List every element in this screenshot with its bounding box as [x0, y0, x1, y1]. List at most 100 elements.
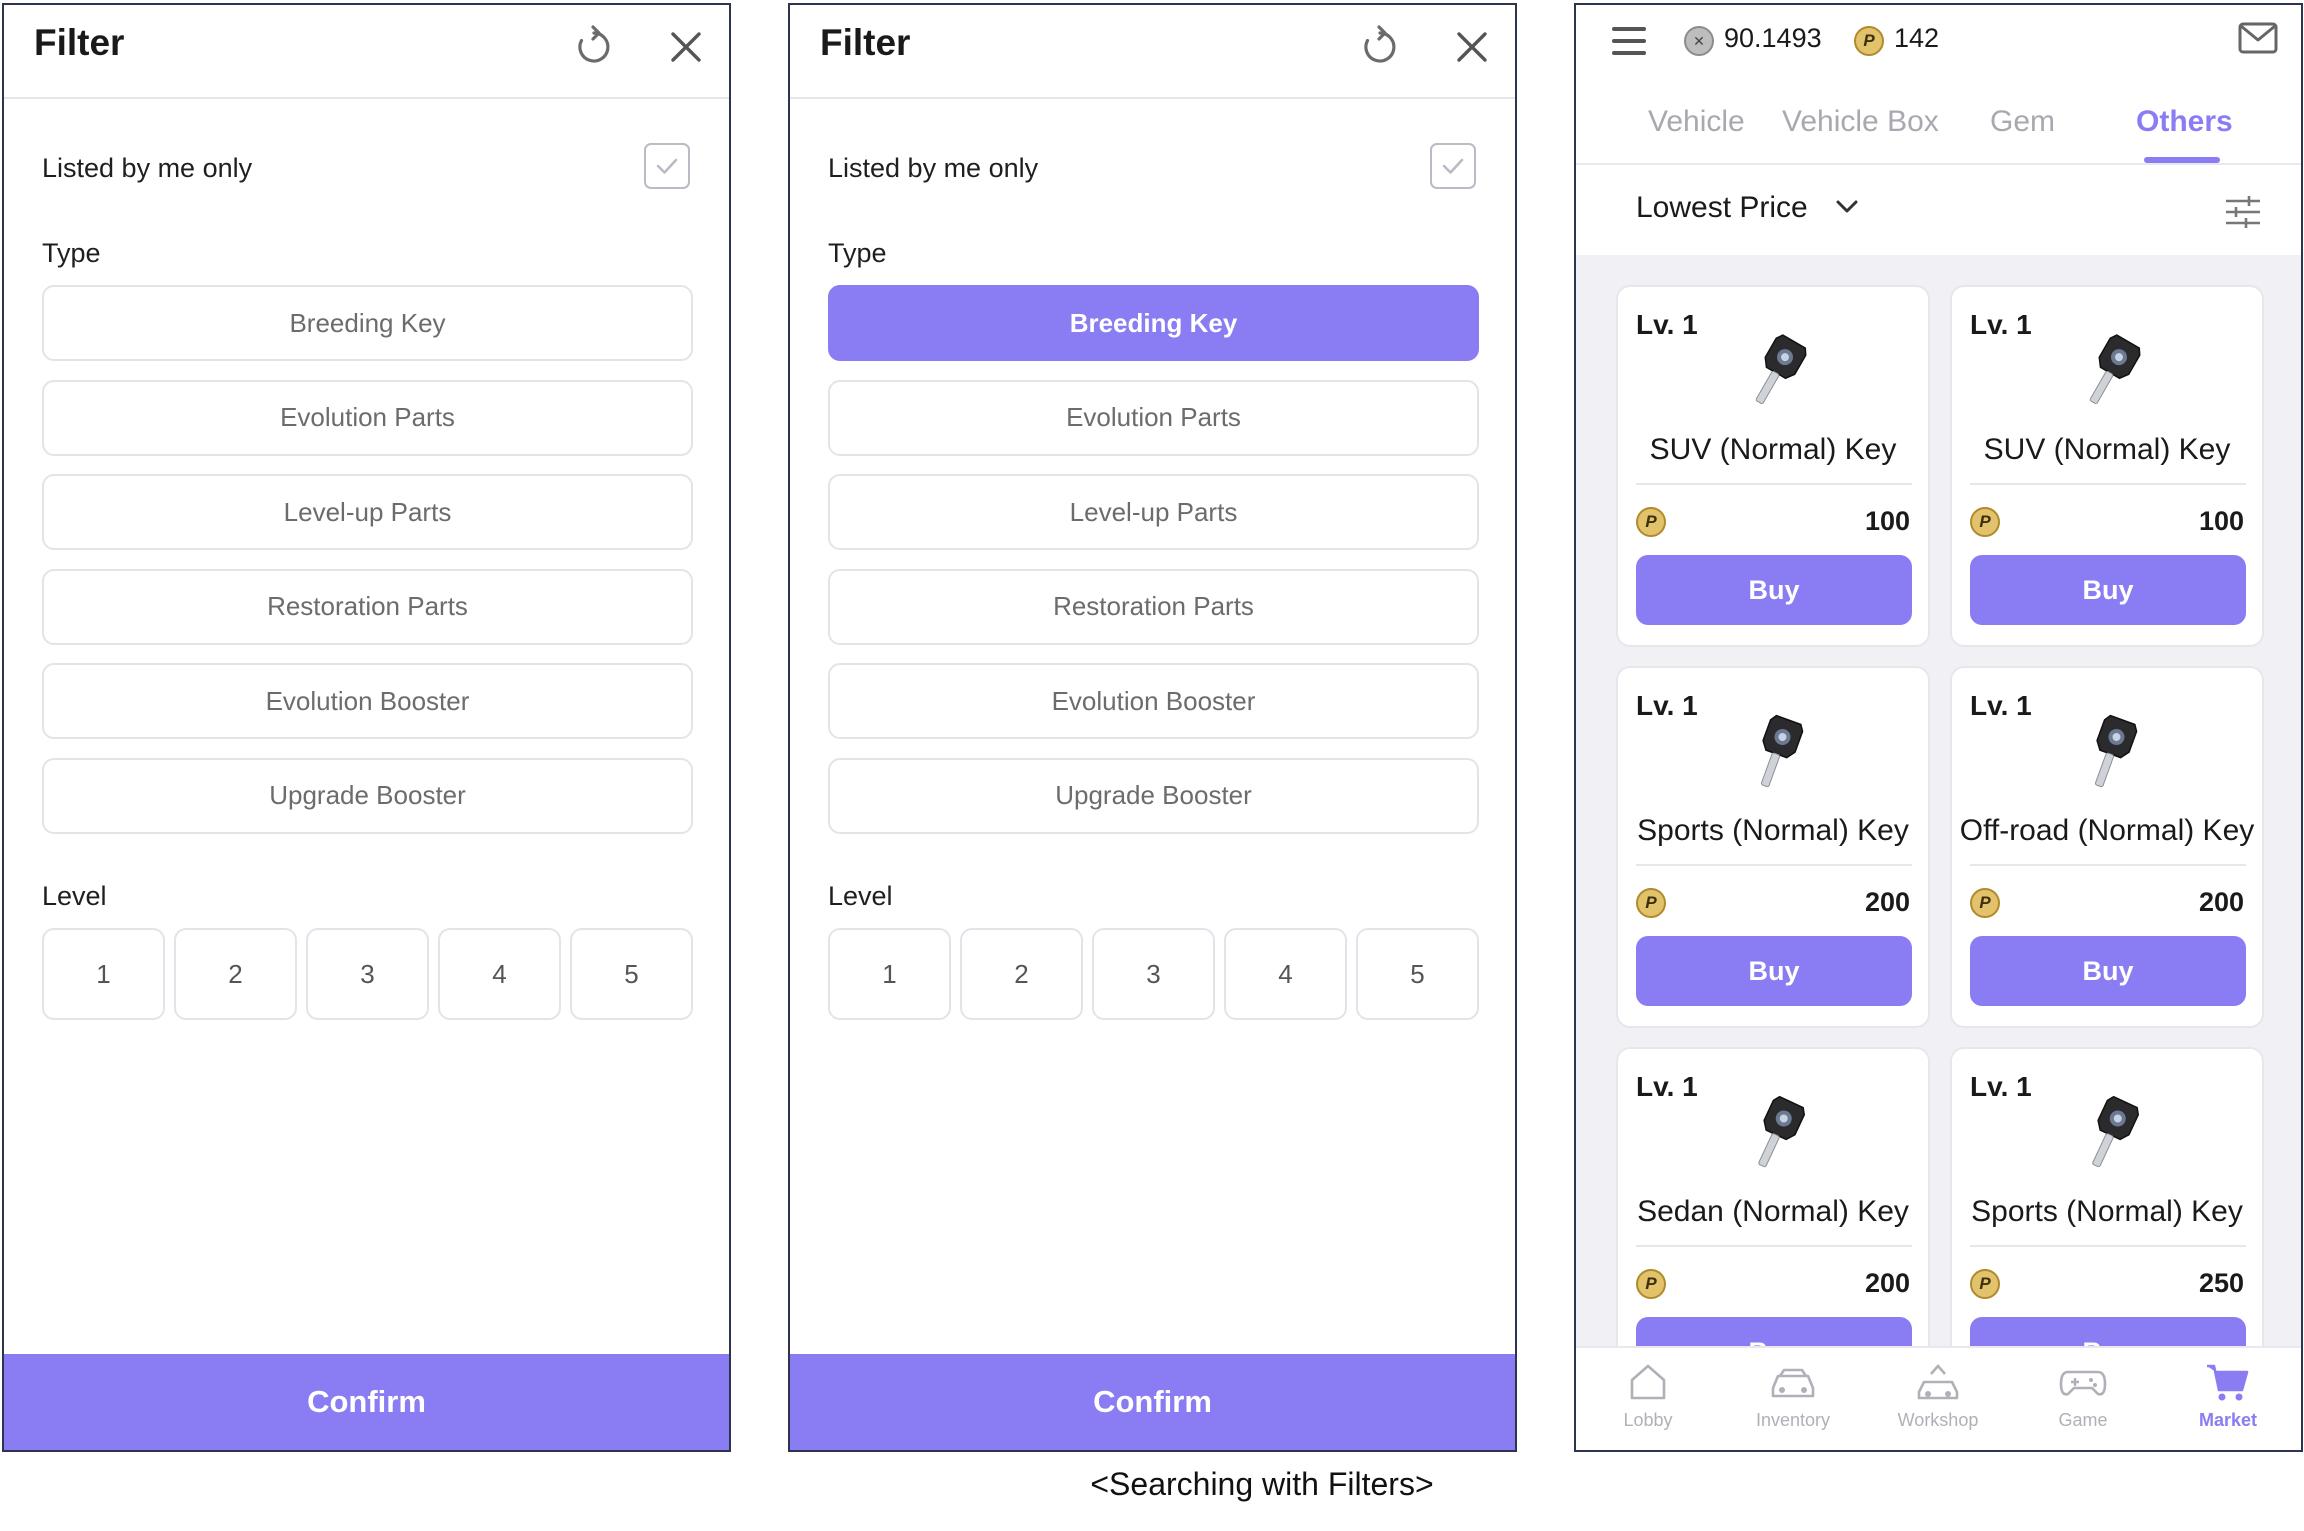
- type-option[interactable]: Upgrade Booster: [42, 757, 693, 834]
- buy-button[interactable]: Buy: [1970, 936, 2246, 1006]
- type-option[interactable]: Level-up Parts: [42, 474, 693, 550]
- divider: [1636, 483, 1912, 485]
- item-level: Lv. 1: [1970, 690, 2032, 721]
- p-coin-icon: [1854, 26, 1884, 56]
- category-tabs: Vehicle Vehicle Box Gem Others: [1576, 93, 2301, 165]
- item-card[interactable]: Lv. 1 SUV (Normal) Key 100 Buy: [1616, 285, 1930, 647]
- buy-button[interactable]: Buy: [1636, 936, 1912, 1006]
- nav-lobby[interactable]: Lobby: [1588, 1360, 1708, 1446]
- bottom-nav: Lobby Inventory Workshop Game Market: [1576, 1346, 2301, 1450]
- item-card[interactable]: Lv. 1 Sedan (Normal) Key 200 Buy: [1616, 1047, 1930, 1351]
- menu-icon[interactable]: [1612, 27, 1648, 55]
- tab-vehicle-box[interactable]: Vehicle Box: [1782, 105, 1939, 139]
- key-icon: [1758, 1095, 1806, 1168]
- confirm-button[interactable]: Confirm: [4, 1354, 729, 1450]
- reset-icon[interactable]: [1358, 25, 1402, 69]
- level-option[interactable]: 4: [1224, 928, 1347, 1020]
- filter-panel-1: Filter Listed by me only Type Breeding K…: [2, 3, 731, 1452]
- sort-dropdown[interactable]: Lowest Price: [1636, 191, 1808, 225]
- chevron-down-icon[interactable]: [1834, 197, 1860, 217]
- listed-by-me-checkbox[interactable]: [1430, 143, 1476, 189]
- type-option[interactable]: Evolution Parts: [828, 379, 1479, 456]
- tab-vehicle[interactable]: Vehicle: [1648, 105, 1745, 139]
- filter-title: Filter: [820, 22, 911, 63]
- divider: [1970, 1245, 2246, 1247]
- level-option[interactable]: 1: [828, 928, 951, 1020]
- item-price: 100: [1864, 506, 1910, 536]
- level-option[interactable]: 5: [570, 928, 693, 1020]
- level-options: 1 2 3 4 5: [42, 928, 693, 1020]
- item-price: 200: [1864, 1268, 1910, 1298]
- item-name: Sports (Normal) Key: [1637, 814, 1909, 847]
- level-option[interactable]: 3: [306, 928, 429, 1020]
- type-option-selected[interactable]: Breeding Key: [828, 285, 1479, 361]
- type-option[interactable]: Breeding Key: [42, 285, 693, 361]
- type-option[interactable]: Restoration Parts: [828, 568, 1479, 645]
- item-card[interactable]: Lv. 1 Off-road (Normal) Key 200 Buy: [1950, 666, 2264, 1028]
- buy-button[interactable]: Buy: [1636, 555, 1912, 625]
- item-price: 100: [2198, 506, 2244, 536]
- type-option[interactable]: Upgrade Booster: [828, 757, 1479, 834]
- item-name: Off-road (Normal) Key: [1959, 814, 2255, 847]
- listed-by-me-checkbox[interactable]: [644, 143, 690, 189]
- tab-others[interactable]: Others: [2136, 105, 2233, 139]
- buy-button[interactable]: Buy: [1970, 555, 2246, 625]
- level-option[interactable]: 3: [1092, 928, 1215, 1020]
- divider: [1636, 1245, 1912, 1247]
- level-option[interactable]: 5: [1356, 928, 1479, 1020]
- divider: [1970, 864, 2246, 866]
- level-option[interactable]: 4: [438, 928, 561, 1020]
- listed-by-me-label: Listed by me only: [828, 153, 1039, 183]
- key-icon: [2089, 334, 2141, 404]
- type-option[interactable]: Level-up Parts: [828, 474, 1479, 550]
- check-icon: [1442, 158, 1464, 174]
- item-level: Lv. 1: [1636, 1071, 1698, 1102]
- type-option[interactable]: Evolution Booster: [828, 663, 1479, 739]
- filter-sliders-icon[interactable]: [2224, 193, 2262, 231]
- figure-caption: <Searching with Filters>: [0, 1466, 2304, 1503]
- type-label: Type: [42, 238, 101, 268]
- type-option[interactable]: Evolution Booster: [42, 663, 693, 739]
- nav-game[interactable]: Game: [2023, 1360, 2143, 1446]
- sort-bar: Lowest Price: [1576, 167, 2301, 255]
- p-coin-icon: [1636, 507, 1666, 537]
- confirm-button[interactable]: Confirm: [790, 1354, 1515, 1450]
- key-icon: [1760, 714, 1804, 788]
- p-coin-icon: [1970, 507, 2000, 537]
- close-icon[interactable]: [664, 25, 708, 69]
- key-icon: [2094, 714, 2138, 788]
- divider: [1970, 483, 2246, 485]
- item-level: Lv. 1: [1970, 309, 2032, 340]
- item-card[interactable]: Lv. 1 SUV (Normal) Key 100 Buy: [1950, 285, 2264, 647]
- level-label: Level: [42, 881, 107, 911]
- p-coin-icon: [1970, 888, 2000, 918]
- caption-text: <Searching with Filters>: [1090, 1466, 1434, 1502]
- level-option[interactable]: 1: [42, 928, 165, 1020]
- nav-label: Inventory: [1755, 1410, 1831, 1430]
- key-icon: [2092, 1095, 2140, 1168]
- item-name: Sports (Normal) Key: [1971, 1195, 2243, 1228]
- level-option[interactable]: 2: [174, 928, 297, 1020]
- mail-icon[interactable]: [2238, 21, 2278, 55]
- type-option[interactable]: Evolution Parts: [42, 379, 693, 456]
- type-option[interactable]: Restoration Parts: [42, 568, 693, 645]
- nav-market[interactable]: Market: [2168, 1360, 2288, 1446]
- item-level: Lv. 1: [1970, 1071, 2032, 1102]
- item-card[interactable]: Lv. 1 Sports (Normal) Key 200 Buy: [1616, 666, 1930, 1028]
- tab-gem[interactable]: Gem: [1990, 105, 2055, 139]
- listed-by-me-label: Listed by me only: [42, 153, 253, 183]
- gamepad-icon: [2059, 1370, 2107, 1396]
- item-price: 200: [2198, 887, 2244, 917]
- check-icon: [656, 158, 678, 174]
- item-price: 250: [2198, 1268, 2244, 1298]
- close-icon[interactable]: [1450, 25, 1494, 69]
- level-label: Level: [828, 881, 893, 911]
- nav-inventory[interactable]: Inventory: [1733, 1360, 1853, 1446]
- reset-icon[interactable]: [572, 25, 616, 69]
- nav-workshop[interactable]: Workshop: [1878, 1360, 1998, 1446]
- item-card[interactable]: Lv. 1 Sports (Normal) Key 250 Buy: [1950, 1047, 2264, 1351]
- x-balance: 90.1493: [1724, 23, 1822, 53]
- workshop-car-icon: [1917, 1364, 1959, 1400]
- type-label: Type: [828, 238, 887, 268]
- level-option[interactable]: 2: [960, 928, 1083, 1020]
